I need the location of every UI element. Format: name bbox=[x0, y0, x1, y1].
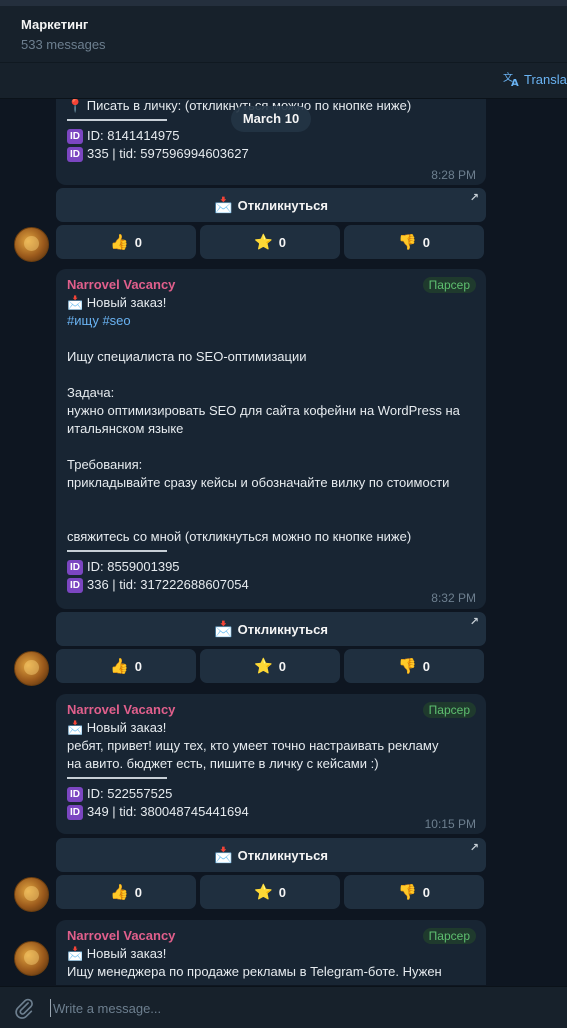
message-input-bar bbox=[0, 986, 567, 1028]
respond-label: Откликнуться bbox=[237, 847, 328, 863]
chat-title[interactable]: Маркетинг bbox=[21, 17, 88, 32]
message-time: 10:15 PM bbox=[424, 817, 476, 831]
avatar[interactable] bbox=[14, 651, 49, 686]
chat-area[interactable]: 📍 Писать в личку: (откликнуться можно по… bbox=[0, 99, 567, 985]
thumbs-down-icon: 👎 bbox=[398, 658, 417, 675]
translate-icon: 文 A bbox=[503, 71, 519, 87]
message-bubble[interactable]: Narrovel Vacancy Парсер 📩 Новый заказ! И… bbox=[56, 920, 486, 985]
external-link-icon: ↗ bbox=[469, 192, 479, 204]
external-link-icon: ↗ bbox=[469, 842, 479, 854]
sender-name[interactable]: Narrovel Vacancy bbox=[67, 927, 475, 945]
body-line: итальянском языке bbox=[67, 421, 184, 436]
avatar[interactable] bbox=[14, 877, 49, 912]
envelope-icon: 📩 bbox=[213, 847, 233, 864]
translate-label: Transla bbox=[524, 71, 567, 87]
sender-name[interactable]: Narrovel Vacancy bbox=[67, 701, 475, 719]
star-icon: ⭐ bbox=[254, 658, 273, 675]
chat-header[interactable]: Маркетинг 533 messages bbox=[0, 6, 567, 63]
reaction-star[interactable]: ⭐ 0 bbox=[200, 875, 340, 909]
envelope-icon: 📩 bbox=[213, 621, 233, 638]
message-bubble[interactable]: Narrovel Vacancy Парсер 📩 Новый заказ! #… bbox=[56, 269, 486, 609]
external-link-icon: ↗ bbox=[469, 616, 479, 628]
body-line: Ищу специалиста по SEO-оптимизации bbox=[67, 349, 307, 364]
body-line: ребят, привет! ищу тех, кто умеет точно … bbox=[67, 738, 439, 753]
respond-button[interactable]: 📩 Откликнуться ↗ bbox=[56, 612, 486, 646]
user-id: ID: 8141414975 bbox=[87, 128, 180, 143]
tid-line: 349 | tid: 380048745441694 bbox=[87, 804, 249, 819]
thumbs-up-icon: 👍 bbox=[110, 658, 129, 675]
thumbs-down-icon: 👎 bbox=[398, 884, 417, 901]
chat-member-count: 533 messages bbox=[21, 37, 106, 52]
order-line: 📩 Новый заказ! bbox=[67, 946, 167, 961]
respond-button[interactable]: 📩 Откликнуться ↗ bbox=[56, 188, 486, 222]
avatar[interactable] bbox=[14, 941, 49, 976]
reaction-like[interactable]: 👍 0 bbox=[56, 225, 196, 259]
order-line: 📩 Новый заказ! bbox=[67, 295, 167, 310]
reaction-dislike[interactable]: 👎 0 bbox=[344, 649, 484, 683]
thumbs-up-icon: 👍 bbox=[110, 234, 129, 251]
reaction-count: 0 bbox=[278, 884, 286, 900]
avatar[interactable] bbox=[14, 227, 49, 262]
reaction-count: 0 bbox=[278, 658, 286, 674]
translate-button[interactable]: 文 A Transla bbox=[503, 71, 567, 87]
reaction-count: 0 bbox=[134, 884, 142, 900]
body-line: нужно оптимизировать SEO для сайта кофей… bbox=[67, 403, 460, 418]
body-line: Ищу менеджера по продаже рекламы в Teleg… bbox=[67, 964, 442, 979]
star-icon: ⭐ bbox=[254, 884, 273, 901]
reaction-dislike[interactable]: 👎 0 bbox=[344, 875, 484, 909]
body-line: свяжитесь со мной (откликнуться можно по… bbox=[67, 529, 412, 544]
respond-button[interactable]: 📩 Откликнуться ↗ bbox=[56, 838, 486, 872]
reaction-like[interactable]: 👍 0 bbox=[56, 875, 196, 909]
user-id: ID: 8559001395 bbox=[87, 559, 180, 574]
id-icon: ID bbox=[67, 128, 83, 144]
reaction-count: 0 bbox=[422, 884, 430, 900]
reaction-count: 0 bbox=[278, 234, 286, 250]
body-line: на авито. бюджет есть, пишите в личку с … bbox=[67, 756, 379, 771]
respond-label: Откликнуться bbox=[237, 197, 328, 213]
sender-name[interactable]: Narrovel Vacancy bbox=[67, 276, 475, 294]
separator bbox=[67, 550, 167, 552]
tid-line: 335 | tid: 597596994603627 bbox=[87, 146, 249, 161]
reaction-like[interactable]: 👍 0 bbox=[56, 649, 196, 683]
body-line: Требования: bbox=[67, 457, 143, 472]
id-icon: ID bbox=[67, 559, 83, 575]
reaction-count: 0 bbox=[134, 234, 142, 250]
body-line: прикладывайте сразу кейсы и обозначайте … bbox=[67, 475, 450, 490]
star-icon: ⭐ bbox=[254, 234, 273, 251]
reaction-count: 0 bbox=[134, 658, 142, 674]
message-time: 8:28 PM bbox=[431, 168, 476, 182]
reaction-count: 0 bbox=[422, 658, 430, 674]
reaction-star[interactable]: ⭐ 0 bbox=[200, 649, 340, 683]
paperclip-icon[interactable] bbox=[13, 997, 35, 1019]
id-icon: ID bbox=[67, 786, 83, 802]
body-line: Задача: bbox=[67, 385, 115, 400]
hashtags[interactable]: #ищу #seo bbox=[67, 312, 475, 330]
user-id: ID: 522557525 bbox=[87, 786, 173, 801]
thumbs-down-icon: 👎 bbox=[398, 234, 417, 251]
envelope-icon: 📩 bbox=[213, 197, 233, 214]
order-line: 📩 Новый заказ! bbox=[67, 720, 167, 735]
reaction-star[interactable]: ⭐ 0 bbox=[200, 225, 340, 259]
reaction-count: 0 bbox=[422, 234, 430, 250]
tid-line: 336 | tid: 317222688607054 bbox=[87, 577, 249, 592]
thumbs-up-icon: 👍 bbox=[110, 884, 129, 901]
parser-badge: Парсер bbox=[422, 277, 476, 293]
message-time: 8:32 PM bbox=[431, 591, 476, 605]
separator bbox=[67, 119, 167, 121]
message-input[interactable] bbox=[50, 999, 533, 1017]
id-icon: ID bbox=[67, 804, 83, 820]
date-chip: March 10 bbox=[231, 106, 311, 132]
respond-label: Откликнуться bbox=[237, 621, 328, 637]
separator bbox=[67, 777, 167, 779]
id-icon: ID bbox=[67, 577, 83, 593]
parser-badge: Парсер bbox=[422, 928, 476, 944]
svg-text:A: A bbox=[511, 78, 519, 87]
parser-badge: Парсер bbox=[422, 702, 476, 718]
translate-bar: 文 A Transla bbox=[0, 63, 567, 99]
id-icon: ID bbox=[67, 146, 83, 162]
reaction-dislike[interactable]: 👎 0 bbox=[344, 225, 484, 259]
message-bubble[interactable]: Narrovel Vacancy Парсер 📩 Новый заказ! р… bbox=[56, 694, 486, 834]
